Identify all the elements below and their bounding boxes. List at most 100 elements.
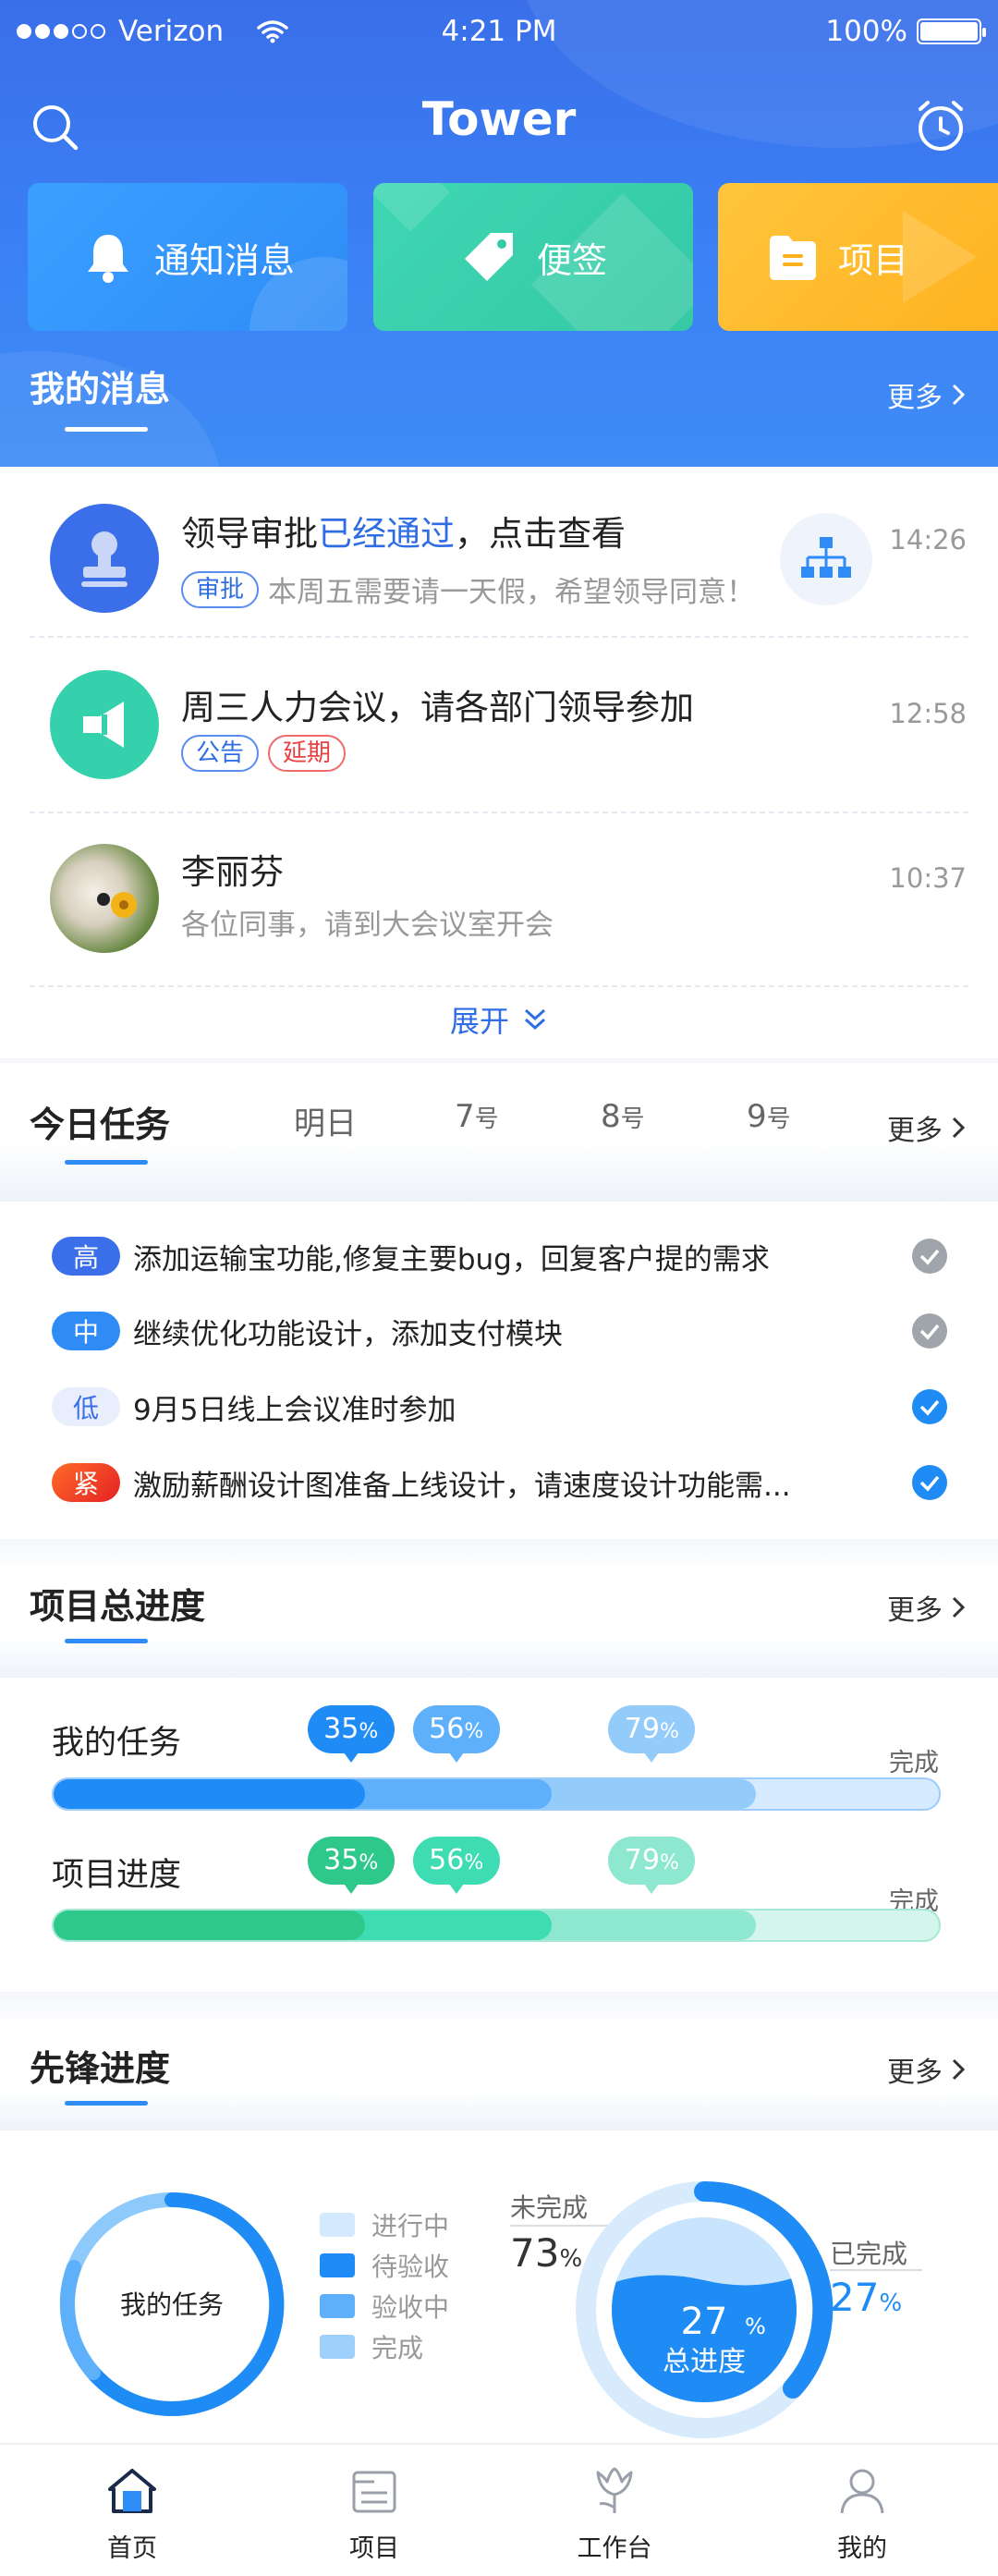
legend-label: 验收中 xyxy=(371,2292,450,2323)
tag-icon xyxy=(464,233,513,281)
tab-label: 首页 xyxy=(107,2534,157,2563)
message-list: 领导审批已经通过，点击查看 审批 本周五需要请一天假，希望领导同意！ 14:26 xyxy=(0,467,998,1058)
message-tags: 公告 延期 xyxy=(181,735,347,772)
quick-notifications-button[interactable]: 通知消息 xyxy=(28,183,347,331)
legend-swatch xyxy=(320,2213,355,2237)
message-item[interactable]: 周三人力会议，请各部门领导参加 公告 延期 12:58 xyxy=(30,642,968,813)
tasks-more-link[interactable]: 更多 xyxy=(887,1107,965,1148)
task-item[interactable]: 紧 激励薪酬设计图准备上线设计，请速度设计功能需... xyxy=(52,1459,948,1506)
tab-projects[interactable]: 项目 xyxy=(305,2463,444,2564)
quick-notes-button[interactable]: 便签 xyxy=(373,183,693,331)
tab-workbench[interactable]: 工作台 xyxy=(545,2463,684,2564)
home-icon xyxy=(108,2469,156,2513)
gauge-unit: % xyxy=(745,2314,766,2339)
pioneer-more-link[interactable]: 更多 xyxy=(887,2049,965,2090)
tab-tomorrow[interactable]: 明日 xyxy=(294,1098,357,1143)
folder-icon xyxy=(770,236,816,280)
app-title: Tower xyxy=(421,92,577,146)
avatar xyxy=(50,844,159,953)
task-item[interactable]: 低 9月5日线上会议准时参加 xyxy=(52,1384,948,1430)
total-progress-gauge: 27 % 总进度 xyxy=(576,2180,834,2438)
priority-badge: 高 xyxy=(52,1237,120,1276)
message-item[interactable]: 李丽芬 各位同事，请到大会议室开会 10:37 xyxy=(30,816,968,987)
alarm-clock-icon[interactable] xyxy=(911,96,970,155)
message-title: 李丽芬 xyxy=(181,852,284,892)
progress-bubble: 35% xyxy=(307,1837,395,1894)
quick-projects-label: 项目 xyxy=(838,239,909,281)
battery-icon xyxy=(917,18,986,44)
dog-photo-icon xyxy=(97,892,137,918)
more-label: 更多 xyxy=(887,382,943,414)
pioneer-progress-header: 先锋进度 更多 xyxy=(0,1992,998,2130)
megaphone-icon xyxy=(83,702,124,748)
progress-bubble: 79% xyxy=(608,1837,696,1894)
section-underline xyxy=(65,1160,148,1165)
donut-center-label: 我的任务 xyxy=(120,2289,224,2320)
tab-day-7[interactable]: 7号 xyxy=(455,1098,499,1135)
progress-track xyxy=(52,1909,941,1942)
priority-badge: 低 xyxy=(52,1387,120,1426)
tab-day-9[interactable]: 9号 xyxy=(747,1098,791,1135)
task-donut-chart: 我的任务 xyxy=(59,2191,285,2416)
message-subtitle: 各位同事，请到大会议室开会 xyxy=(181,909,554,942)
check-circle-icon[interactable] xyxy=(911,1312,948,1349)
tag-announcement: 公告 xyxy=(181,735,260,772)
message-title: 领导审批已经通过，点击查看 xyxy=(181,506,626,555)
tulip-icon xyxy=(596,2467,633,2513)
check-circle-icon[interactable] xyxy=(911,1464,948,1501)
task-item[interactable]: 中 继续优化功能设计，添加支付模块 xyxy=(52,1308,948,1354)
org-chart-button[interactable] xyxy=(780,513,872,605)
legend-item: 完成 xyxy=(320,2328,423,2365)
quick-projects-button[interactable]: 项目 xyxy=(718,183,998,331)
header: Verizon 4:21 PM 100% Tower 通知消息 便签 项目 我的… xyxy=(0,0,998,467)
section-underline xyxy=(65,2101,148,2106)
progress-row-label: 我的任务 xyxy=(52,1725,182,1762)
project-progress-header: 项目总进度 更多 xyxy=(0,1539,998,1678)
complete-value: 27% xyxy=(830,2275,903,2320)
message-subtitle: 本周五需要请一天假，希望领导同意！ xyxy=(268,576,756,609)
tab-day-8[interactable]: 8号 xyxy=(601,1098,645,1135)
task-item[interactable]: 高 添加运输宝功能,修复主要bug，回复客户提的需求 xyxy=(52,1233,948,1279)
check-circle-icon[interactable] xyxy=(911,1238,948,1275)
message-title: 周三人力会议，请各部门领导参加 xyxy=(181,688,694,727)
tab-day-number: 8 xyxy=(601,1098,621,1135)
more-label: 更多 xyxy=(887,2057,943,2089)
message-item[interactable]: 领导审批已经通过，点击查看 审批 本周五需要请一天假，希望领导同意！ 14:26 xyxy=(30,467,968,638)
message-title-part: 领导审批 xyxy=(181,514,318,554)
gauge-label: 总进度 xyxy=(663,2346,746,2378)
quick-notifications-label: 通知消息 xyxy=(153,239,295,281)
section-underline xyxy=(65,427,148,432)
messages-more-link[interactable]: 更多 xyxy=(887,374,965,415)
progress-bubble: 56% xyxy=(412,1705,500,1763)
tasks-tabbar: 今日任务 明日 7号 8号 9号 更多 xyxy=(0,1063,998,1202)
tag-approval: 审批 xyxy=(181,570,260,608)
tab-me[interactable]: 我的 xyxy=(793,2463,931,2564)
status-bar: Verizon 4:21 PM 100% xyxy=(0,13,998,54)
message-title-part: ，点击查看 xyxy=(455,514,626,554)
tab-label: 工作台 xyxy=(577,2534,652,2563)
check-circle-icon[interactable] xyxy=(911,1388,948,1425)
section-underline xyxy=(65,1639,148,1643)
project-more-link[interactable]: 更多 xyxy=(887,1587,965,1628)
legend-item: 待验收 xyxy=(320,2247,449,2284)
tab-home[interactable]: 首页 xyxy=(63,2463,201,2564)
more-label: 更多 xyxy=(887,1115,943,1147)
tab-day-unit: 号 xyxy=(620,1105,645,1133)
complete-divider xyxy=(830,2269,922,2271)
expand-label: 展开 xyxy=(449,1004,509,1039)
expand-button[interactable]: 展开 xyxy=(0,998,998,1041)
message-title-highlight: 已经通过 xyxy=(318,514,455,554)
chevron-right-icon xyxy=(952,1117,965,1139)
progress-segment xyxy=(54,1911,365,1940)
legend-item: 验收中 xyxy=(320,2288,449,2325)
chevron-right-icon xyxy=(952,384,965,406)
double-chevron-down-icon xyxy=(524,1008,546,1031)
tab-label: 我的 xyxy=(837,2534,887,2563)
progress-row-label: 项目进度 xyxy=(52,1857,182,1894)
bell-icon xyxy=(87,235,128,283)
legend-label: 进行中 xyxy=(371,2211,450,2241)
task-text: 添加运输宝功能,修复主要bug，回复客户提的需求 xyxy=(133,1242,770,1276)
project-progress-title: 项目总进度 xyxy=(30,1586,206,1627)
avatar xyxy=(50,504,159,613)
tab-today[interactable]: 今日任务 xyxy=(30,1096,170,1147)
